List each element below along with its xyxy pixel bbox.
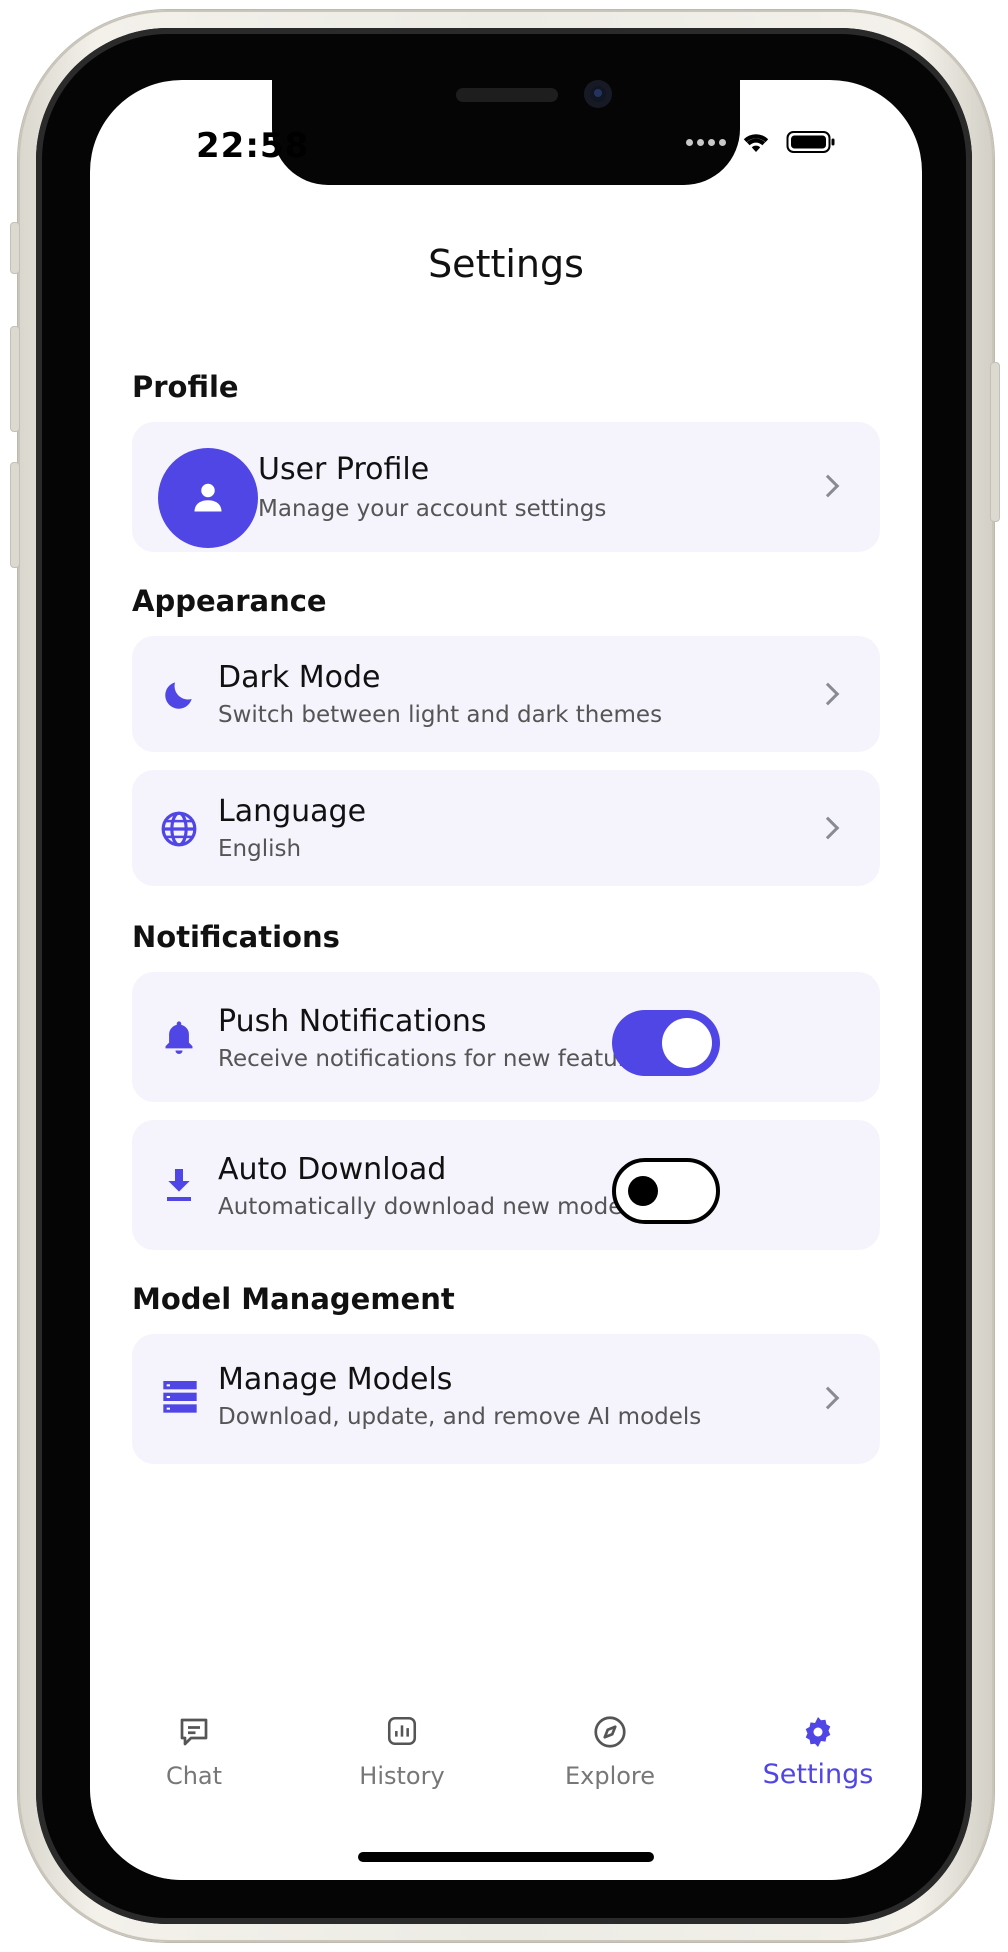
- toggle-knob: [628, 1176, 658, 1206]
- toggle-knob: [662, 1018, 712, 1068]
- gear-icon: [805, 1717, 831, 1747]
- tab-label: Settings: [762, 1759, 874, 1790]
- status-icons: [686, 130, 836, 154]
- globe-icon: [158, 808, 200, 850]
- dark-mode-row[interactable]: Dark Mode Switch between light and dark …: [132, 636, 880, 752]
- server-icon: [158, 1374, 202, 1418]
- chart-icon: [387, 1716, 417, 1746]
- user-profile-title: User Profile: [258, 452, 430, 487]
- tab-explore[interactable]: Explore: [506, 1692, 714, 1802]
- chevron-right-icon: [816, 1386, 840, 1410]
- auto-download-title: Auto Download: [218, 1152, 447, 1187]
- tab-chat[interactable]: Chat: [90, 1692, 298, 1802]
- wifi-icon: [743, 134, 769, 152]
- auto-download-row: Auto Download Automatically download new…: [132, 1120, 880, 1250]
- push-notifications-title: Push Notifications: [218, 1004, 487, 1039]
- person-icon: [194, 483, 222, 512]
- bell-icon: [158, 1016, 200, 1058]
- auto-download-toggle[interactable]: [612, 1158, 720, 1224]
- volume-down-button: [10, 462, 20, 568]
- page-title: Settings: [428, 242, 584, 286]
- push-notifications-subtitle: Receive notifications for new features: [218, 1046, 653, 1072]
- auto-download-subtitle: Automatically download new models: [218, 1194, 641, 1220]
- section-title-appearance: Appearance: [132, 584, 327, 618]
- tab-label: History: [359, 1762, 445, 1790]
- compass-icon: [594, 1716, 626, 1748]
- dark-mode-title: Dark Mode: [218, 660, 381, 695]
- home-indicator[interactable]: [358, 1852, 654, 1862]
- section-title-profile: Profile: [132, 370, 239, 404]
- chevron-right-icon: [816, 474, 840, 498]
- push-notifications-toggle[interactable]: [612, 1010, 720, 1076]
- power-button: [990, 362, 1000, 522]
- user-profile-card[interactable]: User Profile Manage your account setting…: [132, 422, 880, 552]
- user-profile-subtitle: Manage your account settings: [258, 496, 607, 522]
- language-title: Language: [218, 794, 367, 829]
- tab-label: Explore: [564, 1762, 656, 1790]
- dark-mode-subtitle: Switch between light and dark themes: [218, 702, 663, 728]
- chevron-right-icon: [816, 682, 840, 706]
- language-value: English: [218, 836, 302, 862]
- camera-lens: [594, 89, 602, 97]
- app-screen: Settings Profile User Profile Manage you…: [90, 80, 922, 1880]
- section-title-notifications: Notifications: [132, 920, 340, 954]
- chevron-right-icon: [816, 816, 840, 840]
- language-row[interactable]: Language English: [132, 770, 880, 886]
- tab-history[interactable]: History: [298, 1692, 506, 1802]
- earpiece-speaker: [456, 88, 558, 102]
- volume-up-button: [10, 326, 20, 432]
- manage-models-subtitle: Download, update, and remove AI models: [218, 1404, 702, 1430]
- tab-label: Chat: [165, 1762, 223, 1790]
- chat-icon: [180, 1718, 208, 1746]
- cellular-signal-icon: [686, 138, 726, 146]
- push-notifications-row: Push Notifications Receive notifications…: [132, 972, 880, 1102]
- status-time: 22:58: [196, 126, 310, 166]
- moon-icon: [158, 674, 200, 716]
- section-title-model-management: Model Management: [132, 1282, 455, 1316]
- manage-models-row[interactable]: Manage Models Download, update, and remo…: [132, 1334, 880, 1464]
- mute-switch: [10, 222, 20, 274]
- download-icon: [158, 1164, 200, 1206]
- avatar: [158, 448, 258, 548]
- tab-settings[interactable]: Settings: [714, 1692, 922, 1802]
- battery-icon: [786, 131, 835, 153]
- manage-models-title: Manage Models: [218, 1362, 453, 1397]
